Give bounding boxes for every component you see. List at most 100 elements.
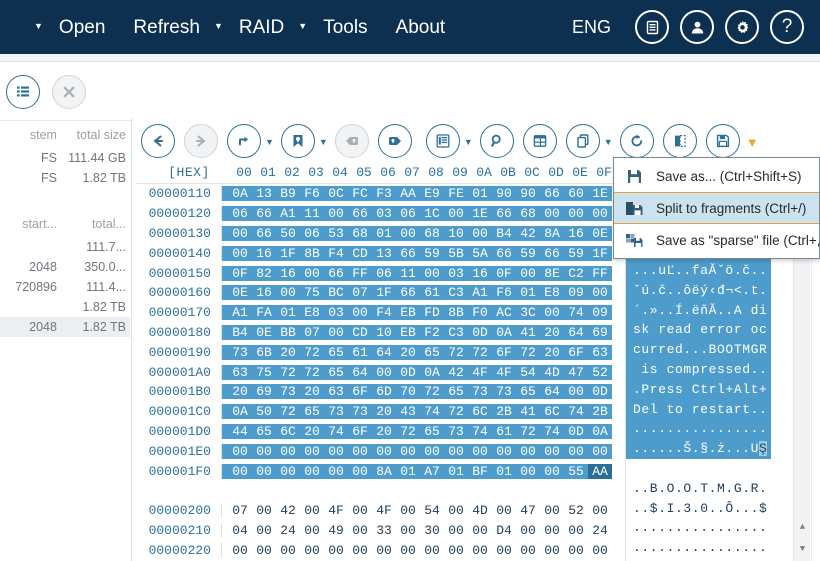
hex-byte[interactable]: 8A	[540, 226, 564, 241]
hex-byte[interactable]: 72	[396, 424, 420, 439]
hex-byte[interactable]: 73	[324, 404, 348, 419]
hex-byte[interactable]: B9	[276, 186, 300, 201]
hex-byte[interactable]: 00	[516, 464, 540, 479]
hex-byte[interactable]: 72	[444, 404, 468, 419]
hex-byte[interactable]: 55	[564, 464, 588, 479]
hex-byte[interactable]: 0F	[228, 266, 252, 281]
hex-byte[interactable]: 00	[468, 226, 492, 241]
hex-byte[interactable]: 00	[516, 543, 540, 558]
hex-byte[interactable]: 0A	[420, 365, 444, 380]
hex-byte[interactable]: 64	[564, 325, 588, 340]
hex-byte[interactable]: 00	[372, 543, 396, 558]
hex-byte[interactable]: 72	[276, 404, 300, 419]
hex-byte[interactable]: 00	[540, 503, 564, 518]
close-icon[interactable]	[52, 75, 86, 109]
hex-byte[interactable]: 72	[444, 345, 468, 360]
hex-byte[interactable]: 00	[564, 444, 588, 459]
hex-byte[interactable]: F6	[492, 285, 516, 300]
hex-byte[interactable]: 30	[420, 523, 444, 538]
ascii-row[interactable]: ˇú.č..ôëý‹đ¬<.t.	[626, 280, 771, 301]
hex-byte[interactable]: 8B	[444, 305, 468, 320]
hex-byte[interactable]: 43	[396, 404, 420, 419]
hex-byte[interactable]: 00	[348, 523, 372, 538]
hex-byte[interactable]: 00	[252, 444, 276, 459]
hex-byte[interactable]: AA	[396, 186, 420, 201]
table-row[interactable]: FS 1.82 TB	[0, 168, 130, 188]
grid-view-icon[interactable]	[522, 124, 557, 158]
hex-byte[interactable]: F2	[420, 325, 444, 340]
hex-byte[interactable]: 6C	[468, 404, 492, 419]
hex-byte[interactable]: 00	[276, 444, 300, 459]
hex-row-bytes[interactable]: 00 00 00 00 00 00 8A 01 A7 01 BF 01 00 00 55 AA	[222, 463, 612, 479]
chevron-down-icon-goto[interactable]: ▼	[261, 137, 281, 147]
hex-byte[interactable]: 16	[276, 266, 300, 281]
hex-byte[interactable]: 75	[300, 285, 324, 300]
hex-byte[interactable]: 4D	[468, 503, 492, 518]
search-icon[interactable]	[479, 124, 514, 158]
hex-byte[interactable]: 42	[276, 503, 300, 518]
hex-byte[interactable]: 00	[252, 543, 276, 558]
save-dropdown-menu[interactable]: Save as... (Ctrl+Shift+S) Split to fragm…	[613, 157, 820, 259]
hex-byte[interactable]: 00	[228, 543, 252, 558]
hex-byte[interactable]: CD	[348, 325, 372, 340]
hex-byte[interactable]: 20	[396, 345, 420, 360]
hex-byte[interactable]: 00	[588, 206, 612, 221]
hex-byte[interactable]: 8E	[540, 266, 564, 281]
hex-byte[interactable]: 00	[300, 523, 324, 538]
hex-byte[interactable]: 00	[420, 266, 444, 281]
hex-byte[interactable]: 41	[516, 404, 540, 419]
hex-byte[interactable]: AC	[492, 305, 516, 320]
hex-byte[interactable]: 4F	[324, 503, 348, 518]
hex-byte[interactable]: 01	[492, 464, 516, 479]
hex-byte[interactable]: 73	[444, 424, 468, 439]
hex-byte[interactable]: 6B	[252, 345, 276, 360]
menu-item-open[interactable]: Open	[45, 18, 119, 37]
hex-byte[interactable]: 00	[588, 285, 612, 300]
hex-byte[interactable]: 74	[468, 424, 492, 439]
table-row[interactable]: 2048 350.0...	[0, 257, 130, 277]
hex-byte[interactable]: 00	[540, 543, 564, 558]
hex-row-bytes[interactable]: 00 00 00 00 00 00 00 00 00 00 00 00 00 00 00 00	[222, 443, 612, 459]
hex-byte[interactable]: 59	[420, 246, 444, 261]
hex-byte[interactable]: 66	[492, 246, 516, 261]
hex-byte[interactable]: 53	[324, 226, 348, 241]
hex-row-bytes[interactable]: 73 6B 20 72 65 61 64 20 65 72 72 6F 72 20 6F 63	[222, 344, 612, 360]
hex-byte[interactable]: 00	[516, 523, 540, 538]
hex-byte[interactable]: C3	[444, 325, 468, 340]
hex-byte[interactable]: 1F	[276, 246, 300, 261]
hex-byte[interactable]: 00	[300, 444, 324, 459]
hex-byte[interactable]: 20	[540, 325, 564, 340]
hex-byte[interactable]: 61	[348, 345, 372, 360]
hex-byte[interactable]: B4	[492, 226, 516, 241]
refresh-icon[interactable]	[619, 124, 654, 158]
ascii-row[interactable]: ................	[626, 518, 771, 538]
ascii-row[interactable]: ................	[626, 419, 771, 440]
hex-byte[interactable]: 00	[492, 543, 516, 558]
hex-byte[interactable]: 8A	[372, 464, 396, 479]
hex-byte[interactable]: F3	[372, 186, 396, 201]
hex-byte[interactable]: 00	[540, 305, 564, 320]
save-icon[interactable]	[705, 124, 740, 158]
hex-byte[interactable]: 1F	[588, 246, 612, 261]
hex-byte[interactable]: 03	[444, 266, 468, 281]
hex-byte[interactable]: 16	[252, 285, 276, 300]
hex-byte[interactable]: 09	[564, 285, 588, 300]
table-row[interactable]: 720896 111.4...	[0, 277, 130, 297]
hex-byte[interactable]: 61	[492, 424, 516, 439]
hex-byte[interactable]: 66	[540, 246, 564, 261]
hex-byte[interactable]: 00	[300, 543, 324, 558]
hex-byte[interactable]: 06	[300, 226, 324, 241]
hex-byte[interactable]: 41	[516, 325, 540, 340]
hex-byte[interactable]: 11	[396, 266, 420, 281]
table-row[interactable]: 1.82 TB	[0, 297, 130, 317]
hex-byte[interactable]: 68	[516, 206, 540, 221]
chevron-down-icon-open[interactable]: ▼	[34, 21, 45, 31]
hex-byte[interactable]: 74	[324, 424, 348, 439]
hex-byte[interactable]: 00	[324, 206, 348, 221]
hex-byte[interactable]: 90	[492, 186, 516, 201]
pane-divider[interactable]	[131, 118, 132, 561]
hex-byte[interactable]: FD	[420, 305, 444, 320]
ascii-row[interactable]: .Press Ctrl+Alt+	[626, 379, 771, 400]
hex-byte[interactable]: D4	[492, 523, 516, 538]
hex-byte[interactable]: A7	[420, 464, 444, 479]
